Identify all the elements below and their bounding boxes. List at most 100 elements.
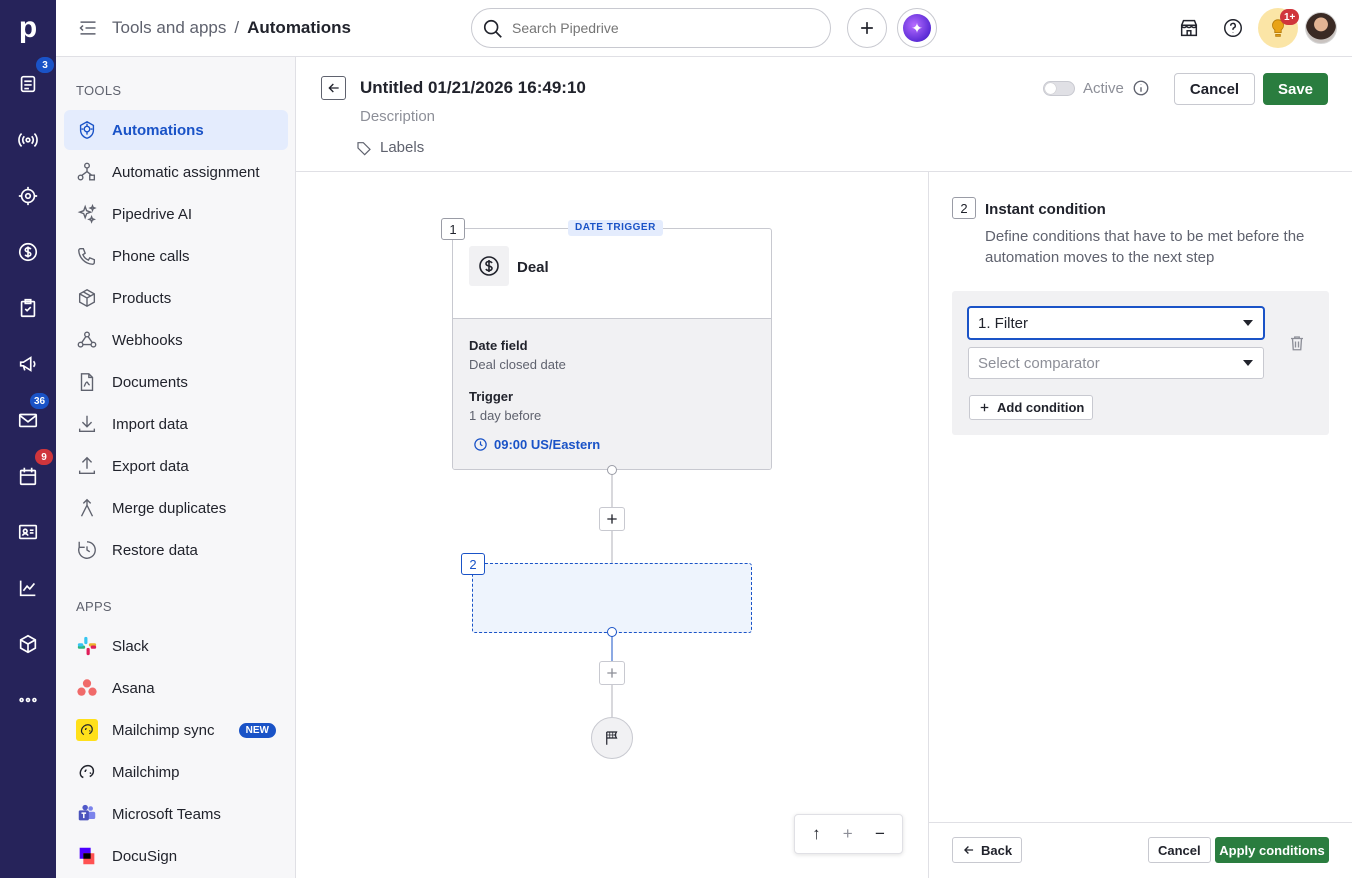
insights-chart-icon[interactable] bbox=[14, 574, 42, 602]
restore-icon bbox=[76, 539, 98, 561]
tasks-clipboard-icon[interactable] bbox=[14, 294, 42, 322]
products-box-icon[interactable] bbox=[14, 630, 42, 658]
chevron-down-icon bbox=[1243, 360, 1253, 366]
user-avatar[interactable] bbox=[1305, 12, 1337, 44]
node-number-1: 1 bbox=[441, 218, 465, 240]
deals-dollar-icon[interactable] bbox=[14, 238, 42, 266]
sidebar-item-label: Automatic assignment bbox=[112, 163, 260, 181]
mail-icon[interactable] bbox=[14, 406, 42, 434]
panel-step-number: 2 bbox=[952, 197, 976, 219]
teams-logo-icon bbox=[76, 803, 98, 825]
assignment-icon bbox=[76, 161, 98, 183]
breadcrumb-separator: / bbox=[234, 18, 240, 37]
pipedrive-logo-icon[interactable]: p bbox=[14, 11, 42, 44]
automation-canvas[interactable]: Deal Date field Deal closed date Trigger… bbox=[296, 172, 928, 878]
sidebar-item-automations[interactable]: Automations bbox=[64, 110, 288, 150]
add-condition-label: Add condition bbox=[997, 400, 1085, 415]
zoom-controls: ↑ + − bbox=[794, 814, 903, 854]
add-step-button[interactable] bbox=[599, 507, 625, 531]
sidebar-item-label: DocuSign bbox=[112, 847, 178, 865]
document-icon bbox=[76, 371, 98, 393]
panel-cancel-button[interactable]: Cancel bbox=[1148, 837, 1211, 863]
description-field[interactable]: Description bbox=[360, 108, 435, 125]
plus-icon bbox=[607, 668, 617, 678]
sidebar-item-merge-duplicates[interactable]: Merge duplicates bbox=[64, 488, 288, 528]
asana-logo-icon bbox=[76, 677, 98, 699]
active-toggle[interactable] bbox=[1043, 81, 1075, 96]
nav-rail: p 3 36 9 bbox=[0, 0, 56, 878]
info-icon[interactable] bbox=[1132, 79, 1150, 97]
sidebar-item-asana[interactable]: Asana bbox=[64, 668, 288, 708]
tools-section-title: TOOLS bbox=[76, 83, 122, 98]
labels-button[interactable]: Labels bbox=[356, 139, 424, 156]
sidebar-item-import-data[interactable]: Import data bbox=[64, 404, 288, 444]
date-trigger-tag: DATE TRIGGER bbox=[568, 220, 663, 236]
plus-icon bbox=[861, 22, 873, 34]
filter-select[interactable]: 1. Filter bbox=[968, 307, 1264, 339]
back-button[interactable]: Back bbox=[952, 837, 1023, 863]
add-condition-button[interactable]: Add condition bbox=[969, 395, 1094, 420]
sidebar-item-docusign[interactable]: DocuSign bbox=[64, 836, 288, 876]
delete-condition-icon[interactable] bbox=[1288, 334, 1306, 352]
webhook-icon bbox=[76, 329, 98, 351]
add-step-button-disabled[interactable] bbox=[599, 661, 625, 685]
sidebar-item-slack[interactable]: Slack bbox=[64, 626, 288, 666]
zoom-fit-up-button[interactable]: ↑ bbox=[812, 824, 821, 844]
quick-add-button[interactable] bbox=[847, 8, 887, 48]
sidebar-item-label: Asana bbox=[112, 679, 155, 697]
sidebar-item-automatic-assignment[interactable]: Automatic assignment bbox=[64, 152, 288, 192]
sidebar-item-label: Restore data bbox=[112, 541, 198, 559]
calendar-icon[interactable] bbox=[14, 462, 42, 490]
labels-text: Labels bbox=[380, 139, 425, 156]
active-label: Active bbox=[1083, 80, 1124, 97]
date-field-value: Deal closed date bbox=[469, 357, 566, 372]
breadcrumb-parent[interactable]: Tools and apps bbox=[112, 18, 226, 38]
sidebar-item-label: Documents bbox=[112, 373, 188, 391]
sidebar-item-label: Merge duplicates bbox=[112, 499, 227, 517]
export-icon bbox=[76, 455, 98, 477]
sidebar-item-restore-data[interactable]: Restore data bbox=[64, 530, 288, 570]
sidebar-item-webhooks[interactable]: Webhooks bbox=[64, 320, 288, 360]
sidebar-item-phone-calls[interactable]: Phone calls bbox=[64, 236, 288, 276]
comparator-select[interactable]: Select comparator bbox=[968, 347, 1264, 379]
apps-section-title: APPS bbox=[76, 599, 112, 614]
trigger-entity: Deal bbox=[517, 259, 549, 276]
sidebar-item-label: Mailchimp sync bbox=[112, 721, 215, 739]
sidebar-item-mailchimp[interactable]: Mailchimp bbox=[64, 752, 288, 792]
save-button[interactable]: Save bbox=[1263, 73, 1328, 105]
cancel-button[interactable]: Cancel bbox=[1174, 73, 1255, 105]
sidebar-item-documents[interactable]: Documents bbox=[64, 362, 288, 402]
date-field-label: Date field bbox=[469, 338, 528, 353]
menu-collapse-icon[interactable] bbox=[78, 18, 98, 38]
automation-title[interactable]: Untitled 01/21/2026 16:49:10 bbox=[360, 78, 586, 98]
contacts-card-icon[interactable] bbox=[14, 518, 42, 546]
back-arrow-button[interactable] bbox=[321, 76, 346, 100]
marketplace-icon[interactable] bbox=[1178, 17, 1202, 41]
megaphone-icon[interactable] bbox=[14, 350, 42, 378]
node-out-connector bbox=[607, 465, 617, 475]
search-input[interactable] bbox=[512, 20, 812, 36]
sidebar-item-pipedrive-ai[interactable]: Pipedrive AI bbox=[64, 194, 288, 234]
breadcrumb-current: Automations bbox=[247, 18, 351, 37]
help-icon[interactable] bbox=[1222, 17, 1246, 41]
target-icon[interactable] bbox=[14, 182, 42, 210]
leads-icon[interactable] bbox=[14, 70, 42, 98]
ai-assistant-button[interactable]: ✦ bbox=[897, 8, 937, 48]
notification-badge: 1+ bbox=[1280, 9, 1300, 25]
sidebar-item-export-data[interactable]: Export data bbox=[64, 446, 288, 486]
zoom-out-button[interactable]: − bbox=[875, 824, 885, 844]
zoom-in-button[interactable]: + bbox=[843, 824, 853, 844]
trigger-node[interactable]: Deal Date field Deal closed date Trigger… bbox=[452, 228, 772, 470]
sidebar-item-mailchimp-sync[interactable]: Mailchimp sync NEW bbox=[64, 710, 288, 750]
more-dots-icon[interactable] bbox=[14, 686, 42, 714]
back-label: Back bbox=[981, 842, 1013, 858]
condition-node-placeholder[interactable] bbox=[472, 563, 752, 633]
sidebar-item-label: Automations bbox=[112, 121, 204, 139]
search-box[interactable] bbox=[471, 8, 831, 48]
new-badge: NEW bbox=[238, 722, 276, 738]
campaigns-signal-icon[interactable] bbox=[14, 126, 42, 154]
apply-conditions-button[interactable]: Apply conditions bbox=[1215, 837, 1329, 863]
sidebar-item-label: Pipedrive AI bbox=[112, 205, 193, 223]
sidebar-item-products[interactable]: Products bbox=[64, 278, 288, 318]
sidebar-item-microsoft-teams[interactable]: Microsoft Teams bbox=[64, 794, 288, 834]
